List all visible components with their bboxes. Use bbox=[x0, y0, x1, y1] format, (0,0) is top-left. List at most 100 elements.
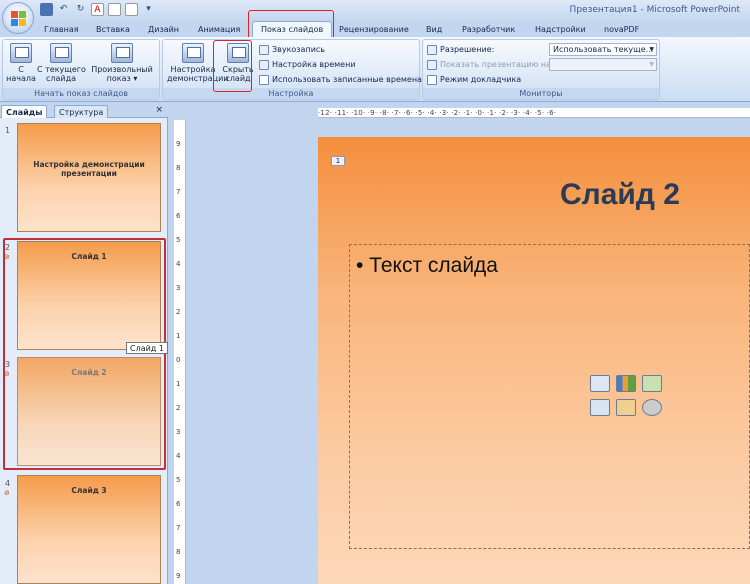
use-timings-checkbox[interactable]: Использовать записанные времена bbox=[259, 73, 422, 86]
resolution-label-row: Разрешение: bbox=[427, 43, 494, 56]
thumbnail-title: Слайд 2 bbox=[71, 368, 107, 377]
rehearse-timings-button[interactable]: Настройка времени bbox=[259, 58, 356, 71]
tab-outline[interactable]: Структура bbox=[54, 105, 109, 118]
ruler-tick: 0 bbox=[176, 356, 181, 364]
ruler-tick: 3 bbox=[176, 428, 181, 436]
ruler-tick: 8 bbox=[176, 548, 181, 556]
from-beginning-button[interactable]: С начала bbox=[6, 43, 36, 83]
custom-show-button[interactable]: Произвольный показ ▾ bbox=[91, 43, 153, 83]
insert-clipart-icon[interactable] bbox=[616, 399, 636, 416]
hidden-slide-icon: ⊘ bbox=[4, 489, 10, 497]
tooltip: Слайд 1 bbox=[126, 342, 168, 354]
show-on-label: Показать презентацию на: bbox=[440, 60, 554, 69]
record-narration-button[interactable]: Звукозапись bbox=[259, 43, 325, 56]
slideshow-start-icon bbox=[10, 43, 32, 63]
resolution-select[interactable]: Использовать текуще... ▼ bbox=[549, 43, 657, 56]
group-monitors: Разрешение: Использовать текуще... ▼ Пока… bbox=[422, 39, 660, 100]
rehearse-timings-label: Настройка времени bbox=[272, 60, 356, 69]
ruler-tick: 3 bbox=[176, 284, 181, 292]
slide-number: 4 bbox=[5, 479, 11, 488]
custom-show-label: Произвольный показ ▾ bbox=[91, 65, 153, 83]
ruler-tick: 6 bbox=[176, 500, 181, 508]
monitor-icon bbox=[427, 59, 437, 70]
thumbnail-title: Слайд 3 bbox=[71, 486, 107, 495]
resolution-value: Использовать текуще... bbox=[553, 45, 654, 54]
chevron-down-icon: ▼ bbox=[649, 46, 654, 53]
insert-smartart-icon[interactable] bbox=[642, 375, 662, 392]
insert-table-icon[interactable] bbox=[590, 375, 610, 392]
ruler-tick: 5 bbox=[176, 236, 181, 244]
tab-animation[interactable]: Анимация bbox=[198, 22, 240, 37]
slide-thumbnail-2[interactable]: Слайд 1 bbox=[17, 241, 161, 350]
presenter-view-label: Режим докладчика bbox=[440, 75, 522, 84]
ruler-tick: 4 bbox=[176, 452, 181, 460]
slide-thumbnail-3[interactable]: Слайд 2 bbox=[17, 357, 161, 466]
insert-picture-icon[interactable] bbox=[590, 399, 610, 416]
monitor-icon bbox=[427, 44, 437, 55]
tab-developer[interactable]: Разработчик bbox=[462, 22, 515, 37]
close-icon[interactable]: × bbox=[155, 105, 163, 115]
from-current-button[interactable]: С текущего слайда bbox=[37, 43, 86, 83]
resolution-label: Разрешение: bbox=[440, 45, 495, 54]
ruler-tick: 2 bbox=[176, 308, 181, 316]
insert-chart-icon[interactable] bbox=[616, 375, 636, 392]
slide-title[interactable]: Слайд 2 bbox=[560, 178, 680, 212]
tab-slides[interactable]: Слайды bbox=[1, 105, 48, 118]
ruler-tick: 5 bbox=[176, 476, 181, 484]
bullet-text[interactable]: • Текст слайда bbox=[356, 254, 498, 278]
setup-show-icon bbox=[182, 43, 204, 63]
show-on-label-row: Показать презентацию на: bbox=[427, 58, 554, 71]
tab-review[interactable]: Рецензирование bbox=[339, 22, 409, 37]
vertical-ruler: 9 8 7 6 5 4 3 2 1 0 1 2 3 4 5 6 7 8 9 bbox=[174, 120, 186, 584]
tab-novapdf[interactable]: novaPDF bbox=[604, 22, 639, 37]
ruler-tick: 6 bbox=[176, 212, 181, 220]
slide-thumbnail-1[interactable]: Настройка демонстрации презентации bbox=[17, 123, 161, 232]
slide-thumbnail-4[interactable]: Слайд 3 bbox=[17, 475, 161, 584]
checkbox-icon bbox=[427, 74, 437, 85]
chevron-down-icon: ▼ bbox=[649, 61, 654, 68]
tab-view[interactable]: Вид bbox=[426, 22, 442, 37]
slide-number-tag: 1 bbox=[331, 156, 345, 166]
tab-design[interactable]: Дизайн bbox=[148, 22, 179, 37]
custom-show-icon bbox=[111, 43, 133, 63]
ruler-tick: 2 bbox=[176, 404, 181, 412]
insert-media-icon[interactable] bbox=[642, 399, 662, 416]
from-current-label: С текущего слайда bbox=[37, 65, 86, 83]
highlight-hide-slide bbox=[213, 40, 252, 92]
ribbon: С начала С текущего слайда Произвольный … bbox=[0, 37, 750, 102]
show-on-select[interactable]: ▼ bbox=[549, 58, 657, 71]
group-label-setup: Настройка bbox=[163, 88, 419, 99]
tab-addins[interactable]: Надстройки bbox=[535, 22, 586, 37]
ruler-tick: 7 bbox=[176, 188, 181, 196]
checkbox-icon bbox=[259, 74, 269, 85]
title-bar: ↶ ↻ A ▾ Презентация1 - Microsoft PowerPo… bbox=[0, 0, 750, 22]
content-placeholder[interactable] bbox=[349, 244, 750, 549]
from-beginning-label: С начала bbox=[6, 65, 36, 83]
ribbon-tabs: Главная Вставка Дизайн Анимация Показ сл… bbox=[0, 21, 750, 38]
slide-number: 2 bbox=[5, 243, 11, 252]
tab-home[interactable]: Главная bbox=[44, 22, 79, 37]
ruler-tick: 4 bbox=[176, 260, 181, 268]
horizontal-ruler: ·12· ·11· ·10· ·9· ·8· ·7· ·6· ·5· ·4· ·… bbox=[318, 108, 750, 118]
use-timings-label: Использовать записанные времена bbox=[272, 75, 422, 84]
panel-tabs: Слайды Структура × bbox=[0, 104, 168, 118]
group-label-monitors: Мониторы bbox=[423, 88, 659, 99]
group-label-start: Начать показ слайдов bbox=[3, 88, 159, 99]
presenter-view-checkbox[interactable]: Режим докладчика bbox=[427, 73, 521, 86]
microphone-icon bbox=[259, 44, 269, 55]
ruler-tick: 1 bbox=[176, 332, 181, 340]
hidden-slide-icon: ⊘ bbox=[4, 370, 10, 378]
office-button[interactable] bbox=[2, 2, 34, 34]
tab-insert[interactable]: Вставка bbox=[96, 22, 130, 37]
setup-show-label: Настройка демонстрации bbox=[167, 65, 229, 83]
record-narration-label: Звукозапись bbox=[272, 45, 326, 54]
setup-show-button[interactable]: Настройка демонстрации bbox=[167, 43, 229, 83]
slideshow-current-icon bbox=[50, 43, 72, 63]
slide-number: 1 bbox=[5, 126, 11, 135]
office-logo-icon bbox=[11, 11, 27, 27]
slide-number: 3 bbox=[5, 360, 11, 369]
ruler-tick: 9 bbox=[176, 572, 181, 580]
ruler-tick: 9 bbox=[176, 140, 181, 148]
insert-content-icons bbox=[590, 375, 666, 423]
window-title: Презентация1 - Microsoft PowerPoint bbox=[569, 5, 740, 15]
